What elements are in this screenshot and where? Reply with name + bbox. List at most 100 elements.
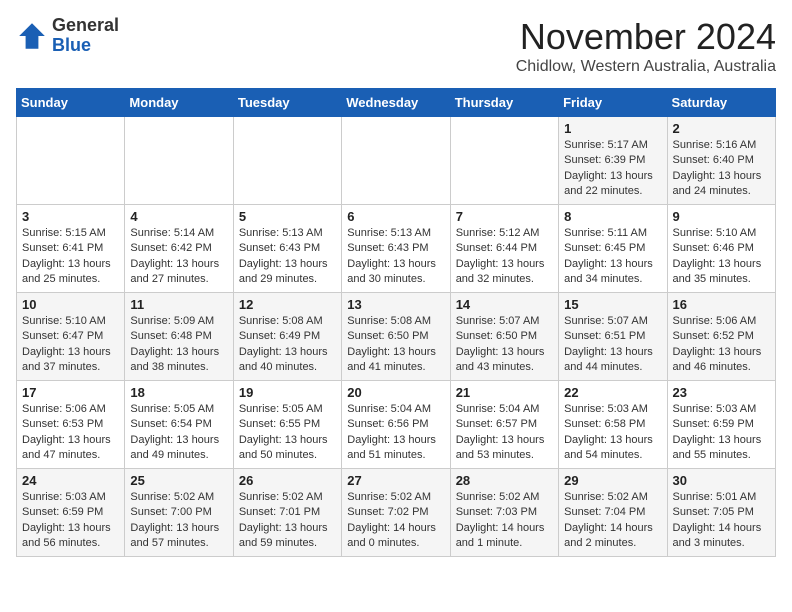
day-number: 24 <box>22 473 119 488</box>
cell-details: Sunrise: 5:08 AM Sunset: 6:49 PM Dayligh… <box>239 314 336 376</box>
cell-details: Sunrise: 5:06 AM Sunset: 6:52 PM Dayligh… <box>673 314 770 376</box>
day-number: 27 <box>347 473 444 488</box>
cell-details: Sunrise: 5:03 AM Sunset: 6:58 PM Dayligh… <box>564 402 661 464</box>
calendar-cell: 23 Sunrise: 5:03 AM Sunset: 6:59 PM Dayli… <box>667 381 775 469</box>
calendar-cell: 27 Sunrise: 5:02 AM Sunset: 7:02 PM Dayli… <box>342 469 450 557</box>
location-subtitle: Chidlow, Western Australia, Australia <box>516 58 776 76</box>
cell-details: Sunrise: 5:01 AM Sunset: 7:05 PM Dayligh… <box>673 490 770 552</box>
calendar-cell: 10 Sunrise: 5:10 AM Sunset: 6:47 PM Dayli… <box>17 293 125 381</box>
cell-details: Sunrise: 5:02 AM Sunset: 7:03 PM Dayligh… <box>456 490 553 552</box>
day-number: 18 <box>130 385 227 400</box>
calendar-cell: 29 Sunrise: 5:02 AM Sunset: 7:04 PM Dayli… <box>559 469 667 557</box>
weekday-header: Sunday <box>17 89 125 117</box>
calendar-cell: 22 Sunrise: 5:03 AM Sunset: 6:58 PM Dayli… <box>559 381 667 469</box>
day-number: 8 <box>564 209 661 224</box>
cell-details: Sunrise: 5:02 AM Sunset: 7:04 PM Dayligh… <box>564 490 661 552</box>
day-number: 19 <box>239 385 336 400</box>
weekday-header: Friday <box>559 89 667 117</box>
cell-details: Sunrise: 5:03 AM Sunset: 6:59 PM Dayligh… <box>673 402 770 464</box>
cell-details: Sunrise: 5:11 AM Sunset: 6:45 PM Dayligh… <box>564 226 661 288</box>
calendar-cell <box>17 117 125 205</box>
day-number: 9 <box>673 209 770 224</box>
cell-details: Sunrise: 5:14 AM Sunset: 6:42 PM Dayligh… <box>130 226 227 288</box>
cell-details: Sunrise: 5:05 AM Sunset: 6:54 PM Dayligh… <box>130 402 227 464</box>
cell-details: Sunrise: 5:07 AM Sunset: 6:50 PM Dayligh… <box>456 314 553 376</box>
weekday-header: Thursday <box>450 89 558 117</box>
weekday-header: Monday <box>125 89 233 117</box>
calendar-cell: 28 Sunrise: 5:02 AM Sunset: 7:03 PM Dayli… <box>450 469 558 557</box>
calendar-cell: 5 Sunrise: 5:13 AM Sunset: 6:43 PM Daylig… <box>233 205 341 293</box>
calendar-cell: 19Sunrise: 5:05 AM Sunset: 6:55 PM Dayli… <box>233 381 341 469</box>
cell-details: Sunrise: 5:02 AM Sunset: 7:01 PM Dayligh… <box>239 490 336 552</box>
day-number: 14 <box>456 297 553 312</box>
calendar-cell: 9 Sunrise: 5:10 AM Sunset: 6:46 PM Daylig… <box>667 205 775 293</box>
calendar-cell: 16 Sunrise: 5:06 AM Sunset: 6:52 PM Dayli… <box>667 293 775 381</box>
day-number: 26 <box>239 473 336 488</box>
cell-details: Sunrise: 5:10 AM Sunset: 6:46 PM Dayligh… <box>673 226 770 288</box>
cell-details: Sunrise: 5:12 AM Sunset: 6:44 PM Dayligh… <box>456 226 553 288</box>
calendar-cell: 21 Sunrise: 5:04 AM Sunset: 6:57 PM Dayli… <box>450 381 558 469</box>
day-number: 4 <box>130 209 227 224</box>
cell-details: Sunrise: 5:10 AM Sunset: 6:47 PM Dayligh… <box>22 314 119 376</box>
month-title: November 2024 <box>516 16 776 58</box>
cell-details: Sunrise: 5:16 AM Sunset: 6:40 PM Dayligh… <box>673 138 770 200</box>
calendar-cell: 20Sunrise: 5:04 AM Sunset: 6:56 PM Dayli… <box>342 381 450 469</box>
cell-details: Sunrise: 5:09 AM Sunset: 6:48 PM Dayligh… <box>130 314 227 376</box>
day-number: 2 <box>673 121 770 136</box>
cell-details: Sunrise: 5:02 AM Sunset: 7:00 PM Dayligh… <box>130 490 227 552</box>
calendar-week-row: 17 Sunrise: 5:06 AM Sunset: 6:53 PM Dayli… <box>17 381 776 469</box>
cell-details: Sunrise: 5:13 AM Sunset: 6:43 PM Dayligh… <box>347 226 444 288</box>
weekday-header: Saturday <box>667 89 775 117</box>
calendar-cell: 7Sunrise: 5:12 AM Sunset: 6:44 PM Daylig… <box>450 205 558 293</box>
title-block: November 2024 Chidlow, Western Australia… <box>516 16 776 76</box>
cell-details: Sunrise: 5:02 AM Sunset: 7:02 PM Dayligh… <box>347 490 444 552</box>
day-number: 13 <box>347 297 444 312</box>
page-header: General Blue November 2024 Chidlow, West… <box>16 16 776 76</box>
day-number: 29 <box>564 473 661 488</box>
day-number: 5 <box>239 209 336 224</box>
calendar-cell: 8 Sunrise: 5:11 AM Sunset: 6:45 PM Daylig… <box>559 205 667 293</box>
calendar-cell: 11Sunrise: 5:09 AM Sunset: 6:48 PM Dayli… <box>125 293 233 381</box>
calendar-table: SundayMondayTuesdayWednesdayThursdayFrid… <box>16 88 776 557</box>
calendar-cell: 26 Sunrise: 5:02 AM Sunset: 7:01 PM Dayli… <box>233 469 341 557</box>
calendar-cell: 15Sunrise: 5:07 AM Sunset: 6:51 PM Dayli… <box>559 293 667 381</box>
day-number: 12 <box>239 297 336 312</box>
calendar-cell <box>233 117 341 205</box>
day-number: 30 <box>673 473 770 488</box>
calendar-cell: 3Sunrise: 5:15 AM Sunset: 6:41 PM Daylig… <box>17 205 125 293</box>
day-number: 28 <box>456 473 553 488</box>
day-number: 16 <box>673 297 770 312</box>
calendar-cell: 25 Sunrise: 5:02 AM Sunset: 7:00 PM Dayli… <box>125 469 233 557</box>
calendar-cell <box>450 117 558 205</box>
logo-icon <box>16 20 48 52</box>
calendar-cell <box>125 117 233 205</box>
cell-details: Sunrise: 5:17 AM Sunset: 6:39 PM Dayligh… <box>564 138 661 200</box>
logo-text: General Blue <box>52 16 119 56</box>
weekday-header: Tuesday <box>233 89 341 117</box>
calendar-cell: 6 Sunrise: 5:13 AM Sunset: 6:43 PM Daylig… <box>342 205 450 293</box>
day-number: 23 <box>673 385 770 400</box>
calendar-week-row: 3Sunrise: 5:15 AM Sunset: 6:41 PM Daylig… <box>17 205 776 293</box>
cell-details: Sunrise: 5:06 AM Sunset: 6:53 PM Dayligh… <box>22 402 119 464</box>
calendar-week-row: 24 Sunrise: 5:03 AM Sunset: 6:59 PM Dayli… <box>17 469 776 557</box>
weekday-header-row: SundayMondayTuesdayWednesdayThursdayFrid… <box>17 89 776 117</box>
day-number: 17 <box>22 385 119 400</box>
calendar-week-row: 10 Sunrise: 5:10 AM Sunset: 6:47 PM Dayli… <box>17 293 776 381</box>
calendar-cell: 2 Sunrise: 5:16 AM Sunset: 6:40 PM Daylig… <box>667 117 775 205</box>
day-number: 22 <box>564 385 661 400</box>
day-number: 15 <box>564 297 661 312</box>
calendar-cell: 18 Sunrise: 5:05 AM Sunset: 6:54 PM Dayli… <box>125 381 233 469</box>
day-number: 21 <box>456 385 553 400</box>
day-number: 6 <box>347 209 444 224</box>
calendar-cell: 1 Sunrise: 5:17 AM Sunset: 6:39 PM Daylig… <box>559 117 667 205</box>
cell-details: Sunrise: 5:03 AM Sunset: 6:59 PM Dayligh… <box>22 490 119 552</box>
cell-details: Sunrise: 5:08 AM Sunset: 6:50 PM Dayligh… <box>347 314 444 376</box>
day-number: 25 <box>130 473 227 488</box>
calendar-week-row: 1 Sunrise: 5:17 AM Sunset: 6:39 PM Daylig… <box>17 117 776 205</box>
logo: General Blue <box>16 16 119 56</box>
calendar-cell: 14 Sunrise: 5:07 AM Sunset: 6:50 PM Dayli… <box>450 293 558 381</box>
day-number: 1 <box>564 121 661 136</box>
cell-details: Sunrise: 5:04 AM Sunset: 6:57 PM Dayligh… <box>456 402 553 464</box>
day-number: 10 <box>22 297 119 312</box>
cell-details: Sunrise: 5:13 AM Sunset: 6:43 PM Dayligh… <box>239 226 336 288</box>
